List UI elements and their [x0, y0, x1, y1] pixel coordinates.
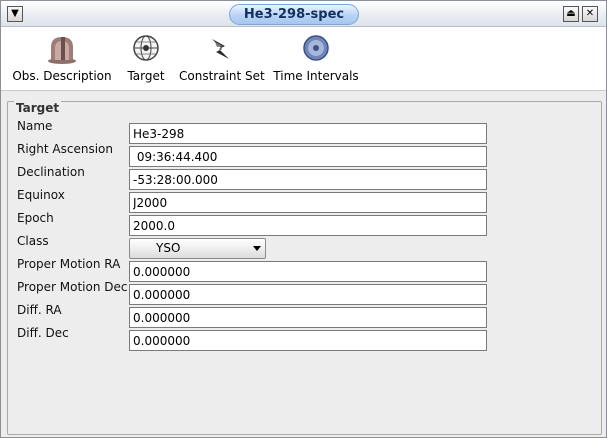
target-label: Target — [127, 69, 165, 83]
pm-dec-field[interactable] — [129, 284, 487, 305]
target-panel: Target Name Right Ascension Declination … — [5, 95, 602, 435]
equinox-field[interactable] — [129, 192, 487, 213]
dec-label: Declination — [17, 165, 85, 179]
constraint-set-button[interactable]: Constraint Set — [179, 33, 265, 89]
ra-field[interactable] — [129, 146, 487, 167]
equinox-label: Equinox — [17, 188, 65, 202]
target-group: Target Name Right Ascension Declination … — [7, 101, 602, 435]
pm-ra-field[interactable] — [129, 261, 487, 282]
telescope-icon — [48, 37, 76, 64]
diff-ra-field[interactable] — [129, 307, 487, 328]
obs-description-button[interactable]: Obs. Description — [11, 33, 113, 89]
target-button[interactable]: Target — [123, 33, 169, 89]
class-select-value: YSO — [156, 241, 181, 255]
pm-ra-label: Proper Motion RA — [17, 257, 121, 271]
shade-icon[interactable]: ⏏ — [563, 6, 579, 22]
epoch-label: Epoch — [17, 211, 54, 225]
clock-disc-icon — [303, 35, 329, 61]
dec-field[interactable] — [129, 169, 487, 190]
globe-target-icon — [133, 35, 159, 61]
name-field[interactable] — [129, 123, 487, 144]
class-label: Class — [17, 234, 49, 248]
obs-description-label: Obs. Description — [12, 69, 112, 83]
diff-dec-label: Diff. Dec — [17, 326, 69, 340]
time-intervals-button[interactable]: Time Intervals — [273, 33, 359, 89]
diff-ra-label: Diff. RA — [17, 303, 62, 317]
constraint-icon — [212, 39, 229, 59]
pm-dec-label: Proper Motion Dec — [17, 280, 128, 294]
group-title: Target — [14, 101, 62, 115]
class-select[interactable]: YSO — [129, 238, 266, 259]
ra-label: Right Ascension — [17, 142, 113, 156]
time-intervals-label: Time Intervals — [273, 69, 359, 83]
window-title: He3-298-spec — [229, 4, 359, 25]
name-label: Name — [17, 119, 53, 133]
diff-dec-field[interactable] — [129, 330, 487, 351]
window: ▼ He3-298-spec ⏏ ✕ Obs. Description Targ… — [0, 0, 607, 438]
title-bar[interactable]: ▼ He3-298-spec ⏏ ✕ — [1, 1, 606, 27]
chevron-down-icon — [253, 246, 261, 251]
close-icon[interactable]: ✕ — [582, 6, 598, 22]
constraint-set-label: Constraint Set — [179, 69, 265, 83]
toolbar: Obs. Description Target Constraint Set T… — [1, 27, 606, 91]
epoch-field[interactable] — [129, 215, 487, 236]
window-menu-icon[interactable]: ▼ — [7, 6, 23, 22]
